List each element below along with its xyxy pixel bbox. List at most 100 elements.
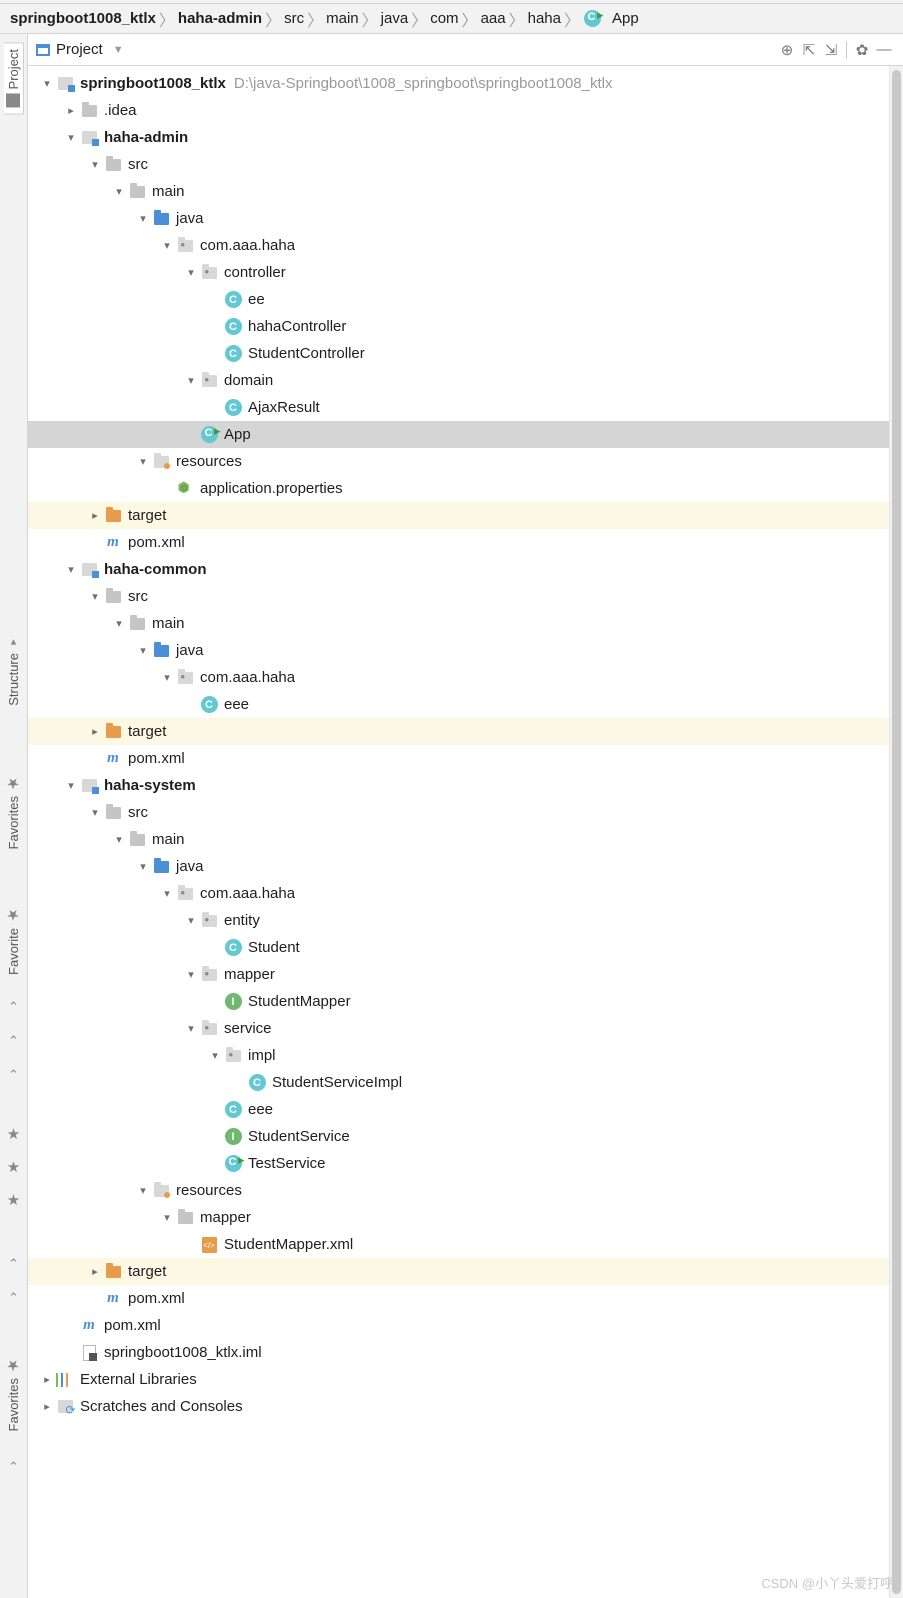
- chevron-right-icon[interactable]: ▸: [88, 725, 102, 738]
- tree-item[interactable]: ▸.idea: [28, 97, 889, 124]
- breadcrumb-item[interactable]: com: [430, 10, 458, 27]
- collapse-all-icon[interactable]: ⇲: [820, 39, 842, 61]
- chevron-down-icon[interactable]: ▾: [64, 563, 78, 576]
- chevron-down-icon[interactable]: ▾: [112, 617, 126, 630]
- tree-item[interactable]: ▾java: [28, 853, 889, 880]
- tree-item[interactable]: ▸target: [28, 502, 889, 529]
- chevron-down-icon[interactable]: ▾: [136, 644, 150, 657]
- tree-item[interactable]: ▾com.aaa.haha: [28, 232, 889, 259]
- tree-item[interactable]: ▸target: [28, 1258, 889, 1285]
- breadcrumb-item[interactable]: haha: [528, 10, 561, 27]
- tree-item[interactable]: ▾com.aaa.haha: [28, 664, 889, 691]
- tab-favorite[interactable]: Favorite ★: [4, 900, 23, 981]
- tree-item[interactable]: ▾resources: [28, 448, 889, 475]
- chevron-down-icon[interactable]: ▾: [88, 158, 102, 171]
- tree-item[interactable]: ▾main: [28, 610, 889, 637]
- tree-item[interactable]: ▸App: [28, 421, 889, 448]
- chevron-down-icon[interactable]: ▾: [88, 806, 102, 819]
- tree-item[interactable]: ▾service: [28, 1015, 889, 1042]
- tree-item[interactable]: ▸application.properties: [28, 475, 889, 502]
- tree-item[interactable]: ▾impl: [28, 1042, 889, 1069]
- tree-item[interactable]: ▾src: [28, 799, 889, 826]
- project-tree[interactable]: ▾springboot1008_ktlxD:\java-Springboot\1…: [28, 66, 889, 1598]
- tree-item[interactable]: ▸Scratches and Consoles: [28, 1393, 889, 1420]
- breadcrumb-item[interactable]: aaa: [481, 10, 506, 27]
- tab-favorites[interactable]: Favorites ★: [4, 768, 23, 855]
- chevron-down-icon[interactable]: ▾: [160, 671, 174, 684]
- tree-item[interactable]: ▸Cee: [28, 286, 889, 313]
- chevron-down-icon[interactable]: ▾: [184, 968, 198, 981]
- breadcrumb-item[interactable]: java: [381, 10, 409, 27]
- tree-item[interactable]: ▾main: [28, 826, 889, 853]
- tree-item[interactable]: ▾mapper: [28, 1204, 889, 1231]
- chevron-down-icon[interactable]: ▾: [64, 779, 78, 792]
- collapse-icon[interactable]: ⌃: [8, 1067, 19, 1083]
- chevron-down-icon[interactable]: ▾: [184, 1022, 198, 1035]
- tree-item[interactable]: ▸mpom.xml: [28, 745, 889, 772]
- tree-item[interactable]: ▾controller: [28, 259, 889, 286]
- tree-item[interactable]: ▾java: [28, 637, 889, 664]
- tree-item[interactable]: ▾entity: [28, 907, 889, 934]
- tree-item[interactable]: ▸mpom.xml: [28, 1285, 889, 1312]
- breadcrumb-item[interactable]: src: [284, 10, 304, 27]
- tree-item[interactable]: ▾resources: [28, 1177, 889, 1204]
- tab-favorites-2[interactable]: Favorites ★: [4, 1350, 23, 1437]
- scrollbar[interactable]: [889, 66, 903, 1598]
- breadcrumb-item[interactable]: App: [583, 10, 639, 28]
- chevron-down-icon[interactable]: ▾: [160, 887, 174, 900]
- hide-icon[interactable]: —: [873, 39, 895, 61]
- collapse-icon[interactable]: ⌃: [8, 1459, 19, 1475]
- tree-item[interactable]: ▸StudentMapper.xml: [28, 1231, 889, 1258]
- tree-item[interactable]: ▾com.aaa.haha: [28, 880, 889, 907]
- expand-all-icon[interactable]: ⇱: [798, 39, 820, 61]
- tree-item[interactable]: ▸CAjaxResult: [28, 394, 889, 421]
- tree-item[interactable]: ▾java: [28, 205, 889, 232]
- tree-item[interactable]: ▸springboot1008_ktlx.iml: [28, 1339, 889, 1366]
- tree-item[interactable]: ▸mpom.xml: [28, 529, 889, 556]
- collapse-icon[interactable]: ⌃: [8, 1033, 19, 1049]
- breadcrumb-item[interactable]: main: [326, 10, 359, 27]
- scrollbar-thumb[interactable]: [892, 70, 901, 1594]
- tree-item[interactable]: ▾springboot1008_ktlxD:\java-Springboot\1…: [28, 70, 889, 97]
- chevron-down-icon[interactable]: ▾: [136, 860, 150, 873]
- tree-item[interactable]: ▸Ceee: [28, 1096, 889, 1123]
- locate-icon[interactable]: ⊕: [776, 39, 798, 61]
- chevron-down-icon[interactable]: ▾: [160, 1211, 174, 1224]
- tree-item[interactable]: ▾domain: [28, 367, 889, 394]
- tree-item[interactable]: ▾haha-admin: [28, 124, 889, 151]
- chevron-down-icon[interactable]: ▾: [184, 266, 198, 279]
- collapse-icon[interactable]: ⌃: [8, 1290, 19, 1306]
- chevron-down-icon[interactable]: ▾: [160, 239, 174, 252]
- tab-project[interactable]: Project: [4, 42, 24, 114]
- tree-item[interactable]: ▸IStudentMapper: [28, 988, 889, 1015]
- collapse-icon[interactable]: ⌃: [8, 999, 19, 1015]
- chevron-down-icon[interactable]: ▾: [184, 374, 198, 387]
- project-view-selector[interactable]: Project ▼: [36, 41, 124, 58]
- tree-item[interactable]: ▾haha-system: [28, 772, 889, 799]
- chevron-down-icon[interactable]: ▾: [208, 1049, 222, 1062]
- tree-item[interactable]: ▸IStudentService: [28, 1123, 889, 1150]
- tree-item[interactable]: ▸CStudent: [28, 934, 889, 961]
- tree-item[interactable]: ▾src: [28, 151, 889, 178]
- breadcrumb-item[interactable]: haha-admin: [178, 10, 262, 27]
- settings-icon[interactable]: ✿: [851, 39, 873, 61]
- chevron-right-icon[interactable]: ▸: [40, 1400, 54, 1413]
- chevron-down-icon[interactable]: ▾: [40, 77, 54, 90]
- tree-item[interactable]: ▾src: [28, 583, 889, 610]
- star-icon[interactable]: ★: [7, 1127, 20, 1142]
- tree-item[interactable]: ▸target: [28, 718, 889, 745]
- chevron-right-icon[interactable]: ▸: [40, 1373, 54, 1386]
- tree-item[interactable]: ▸Ceee: [28, 691, 889, 718]
- chevron-down-icon[interactable]: ▾: [136, 1184, 150, 1197]
- chevron-down-icon[interactable]: ▾: [88, 590, 102, 603]
- chevron-down-icon[interactable]: ▾: [112, 833, 126, 846]
- tree-item[interactable]: ▾haha-common: [28, 556, 889, 583]
- chevron-right-icon[interactable]: ▸: [88, 1265, 102, 1278]
- chevron-down-icon[interactable]: ▾: [136, 212, 150, 225]
- breadcrumb-item[interactable]: springboot1008_ktlx: [10, 10, 156, 27]
- tree-item[interactable]: ▸mpom.xml: [28, 1312, 889, 1339]
- tab-structure[interactable]: Structure ▾: [4, 630, 23, 712]
- chevron-down-icon[interactable]: ▾: [184, 914, 198, 927]
- chevron-down-icon[interactable]: ▾: [112, 185, 126, 198]
- chevron-right-icon[interactable]: ▸: [64, 104, 78, 117]
